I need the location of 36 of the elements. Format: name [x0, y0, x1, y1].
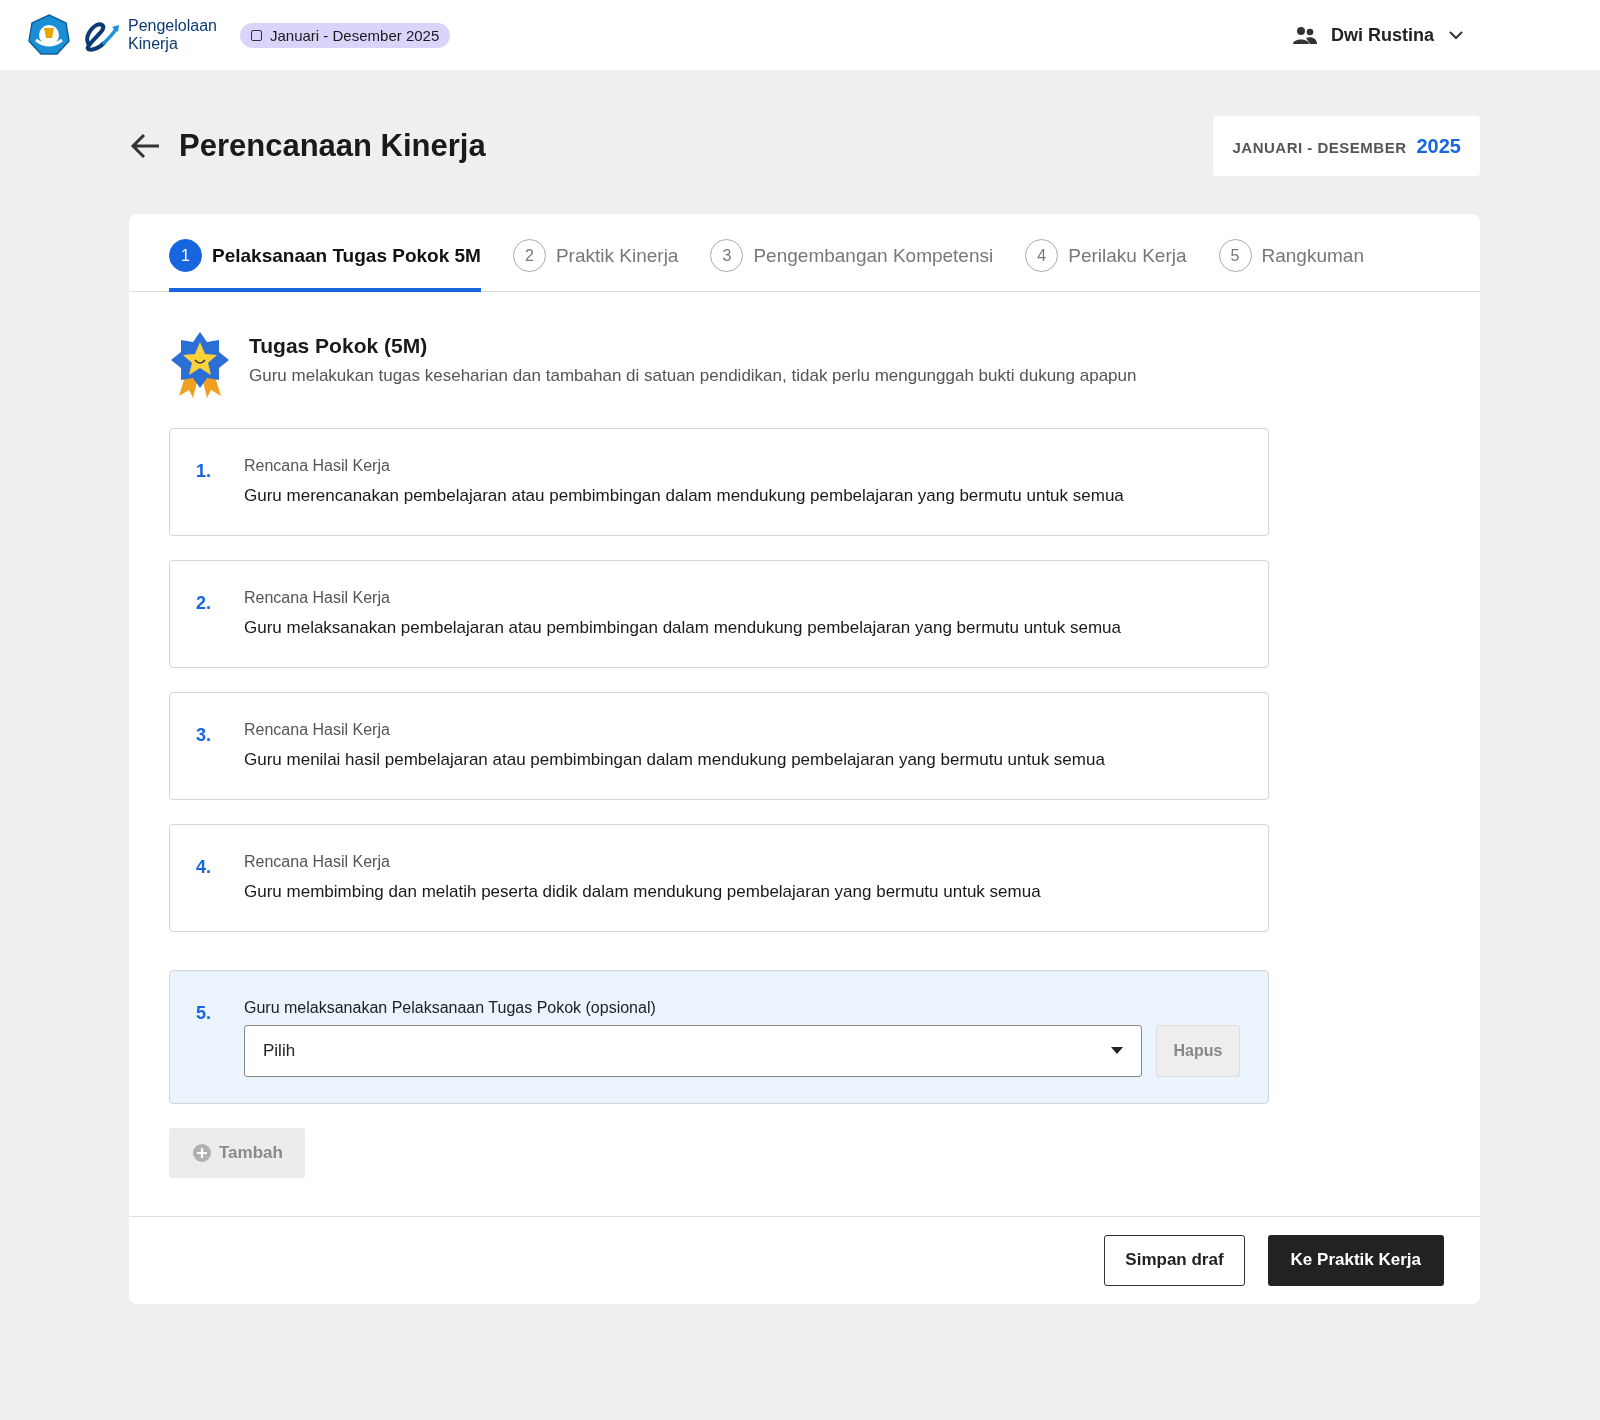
- item-label: Rencana Hasil Kerja: [244, 852, 391, 871]
- field-label: Guru melaksanakan Pelaksanaan Tugas Pokok (opsional): [244, 998, 657, 1017]
- section-title: Tugas Pokok (5M): [249, 333, 429, 358]
- item-label: Rencana Hasil Kerja: [244, 720, 391, 739]
- item-number: 4.: [196, 855, 212, 879]
- logo-text: Pengelolaan Kinerja: [128, 17, 218, 53]
- item-number: 2.: [196, 591, 212, 615]
- step-tab[interactable]: 2 Praktik Kinerja: [512, 239, 679, 292]
- period-year: 2025: [1416, 135, 1461, 158]
- next-button[interactable]: Ke Praktik Kerja: [1267, 1234, 1444, 1286]
- item-number: 5.: [196, 1001, 212, 1025]
- item-text: Guru membimbing dan melatih peserta didik dalam mendukung pembelajaran yang bermutu untuk semua: [244, 880, 1042, 903]
- item-text: Guru menilai hasil pembelajaran atau pembimbingan dalam mendukung pembelajaran yang bermutu untuk semua: [244, 748, 1106, 771]
- item-number: 1.: [196, 459, 212, 483]
- period-label: JANUARI - DESEMBER: [1232, 139, 1407, 156]
- step-tab[interactable]: 5 Rangkuman: [1218, 239, 1364, 292]
- user-menu[interactable]: Dwi Rustina: [1287, 23, 1470, 47]
- task-dropdown[interactable]: Pilih: [244, 1024, 1142, 1077]
- users-icon: [1293, 26, 1317, 44]
- caret-icon: [1111, 1047, 1123, 1054]
- item-number: 3.: [196, 723, 212, 747]
- step-tab[interactable]: 4 Perilaku Kerja: [1025, 239, 1187, 292]
- section-description: Guru melakukan tugas keseharian dan tambahan di satuan pendidikan, tidak perlu mengunggah bukti dukung apapun: [249, 365, 1137, 386]
- page-title: Perencanaan Kinerja: [179, 128, 486, 164]
- period-chip-text: Januari - Desember 2025: [270, 26, 440, 44]
- item-text: Guru merencanakan pembelajaran atau pembimbingan dalam mendukung pembelajaran yang bermutu untuk semua: [244, 484, 1125, 507]
- plus-circle-icon: [193, 1143, 211, 1162]
- checkbox-icon: [251, 29, 262, 41]
- emblem-icon: [28, 14, 70, 56]
- chevron-down-icon: [1448, 30, 1464, 40]
- item-text: Guru melaksanakan pembelajaran atau pembimbingan dalam mendukung pembelajaran yang bermutu untuk semua: [244, 616, 1122, 639]
- item-label: Rencana Hasil Kerja: [244, 456, 391, 475]
- step-tab[interactable]: 3 Pengembangan Kompetensi: [710, 239, 994, 292]
- save-draft-button[interactable]: Simpan draf: [1104, 1234, 1245, 1286]
- item-label: Rencana Hasil Kerja: [244, 588, 391, 607]
- step-tab[interactable]: 1 Pelaksanaan Tugas Pokok 5M: [169, 239, 481, 292]
